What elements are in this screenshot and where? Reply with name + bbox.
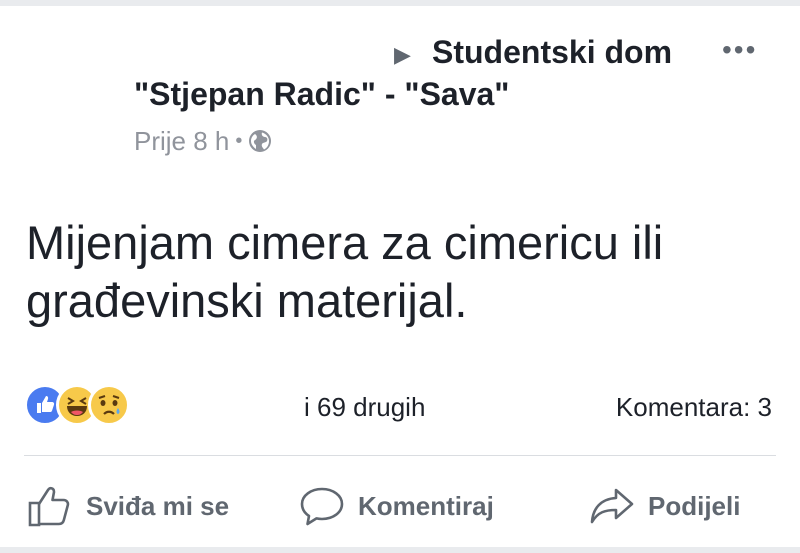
meta-separator: • <box>235 130 243 152</box>
comment-bubble-icon <box>298 484 346 528</box>
comment-button[interactable]: Komentiraj <box>298 482 494 530</box>
divider <box>24 455 776 456</box>
post-timestamp[interactable]: Prije 8 h <box>134 128 229 154</box>
group-name-line2[interactable]: "Stjepan Radic" - "Sava" <box>134 78 509 110</box>
reactions-bar[interactable]: i 69 drugih Komentara: 3 <box>24 384 800 430</box>
more-horizontal-icon[interactable]: ••• <box>722 36 757 64</box>
share-button[interactable]: Podijeli <box>588 482 740 530</box>
reactions-others-count[interactable]: i 69 drugih <box>304 394 425 420</box>
like-button[interactable]: Sviđa mi se <box>26 482 229 530</box>
post-text: Mijenjam cimera za cimericu ili građevin… <box>26 216 664 327</box>
post-meta: Prije 8 h • <box>134 128 272 154</box>
share-label: Podijeli <box>648 490 741 521</box>
comments-count[interactable]: Komentara: 3 <box>616 394 772 420</box>
comment-label: Komentiraj <box>358 490 494 521</box>
like-label: Sviđa mi se <box>86 490 230 521</box>
redacted-author-area <box>130 20 380 72</box>
sad-reaction-icon[interactable] <box>88 384 130 426</box>
group-name-line1[interactable]: Studentski dom <box>432 36 672 68</box>
globe-icon[interactable] <box>248 129 272 153</box>
post-header: ▶ Studentski dom "Stjepan Radic" - "Sava… <box>0 6 800 176</box>
thumbs-up-icon <box>26 484 74 528</box>
triangle-right-icon: ▶ <box>394 42 411 67</box>
post-card: ▶ Studentski dom "Stjepan Radic" - "Sava… <box>0 6 800 547</box>
share-arrow-icon <box>588 484 636 528</box>
